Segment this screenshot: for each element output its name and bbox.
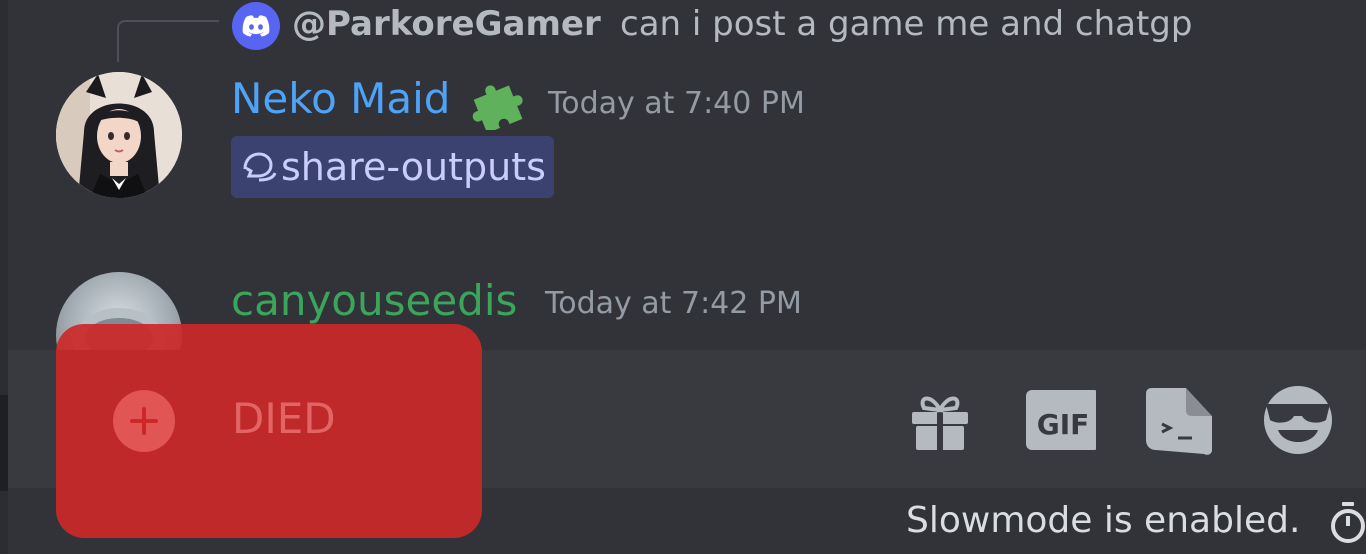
reply-connector-line [117, 20, 219, 62]
channel-mention[interactable]: share-outputs [231, 136, 554, 198]
message-timestamp[interactable]: Today at 7:40 PM [548, 86, 805, 121]
plus-icon[interactable] [113, 390, 175, 452]
reply-preview-text[interactable]: can i post a game me and chatgp [620, 4, 1222, 44]
thread-icon [243, 152, 277, 182]
died-label: DIED [232, 394, 336, 443]
reply-avatar[interactable] [232, 2, 280, 50]
gift-icon[interactable] [904, 384, 976, 456]
avatar-image [56, 72, 182, 198]
discord-logo-icon [242, 15, 270, 37]
sticker-icon[interactable] [1142, 384, 1214, 456]
svg-text:GIF: GIF [1037, 408, 1090, 441]
reply-author[interactable]: @ParkoreGamer [292, 4, 601, 44]
channel-mention-label: share-outputs [281, 145, 546, 189]
stopwatch-icon [1331, 502, 1365, 543]
message-username[interactable]: canyouseedis [231, 276, 517, 325]
message-username[interactable]: Neko Maid [231, 74, 450, 123]
gif-icon[interactable]: GIF [1024, 384, 1096, 456]
message-timestamp[interactable]: Today at 7:42 PM [545, 286, 802, 321]
slowmode-notice: Slowmode is enabled. [906, 500, 1301, 541]
emoji-icon[interactable] [1262, 384, 1334, 456]
puzzle-piece-icon[interactable] [470, 76, 532, 130]
plus-glyph [130, 407, 158, 435]
avatar[interactable] [56, 72, 182, 198]
composer-edge [0, 395, 8, 491]
